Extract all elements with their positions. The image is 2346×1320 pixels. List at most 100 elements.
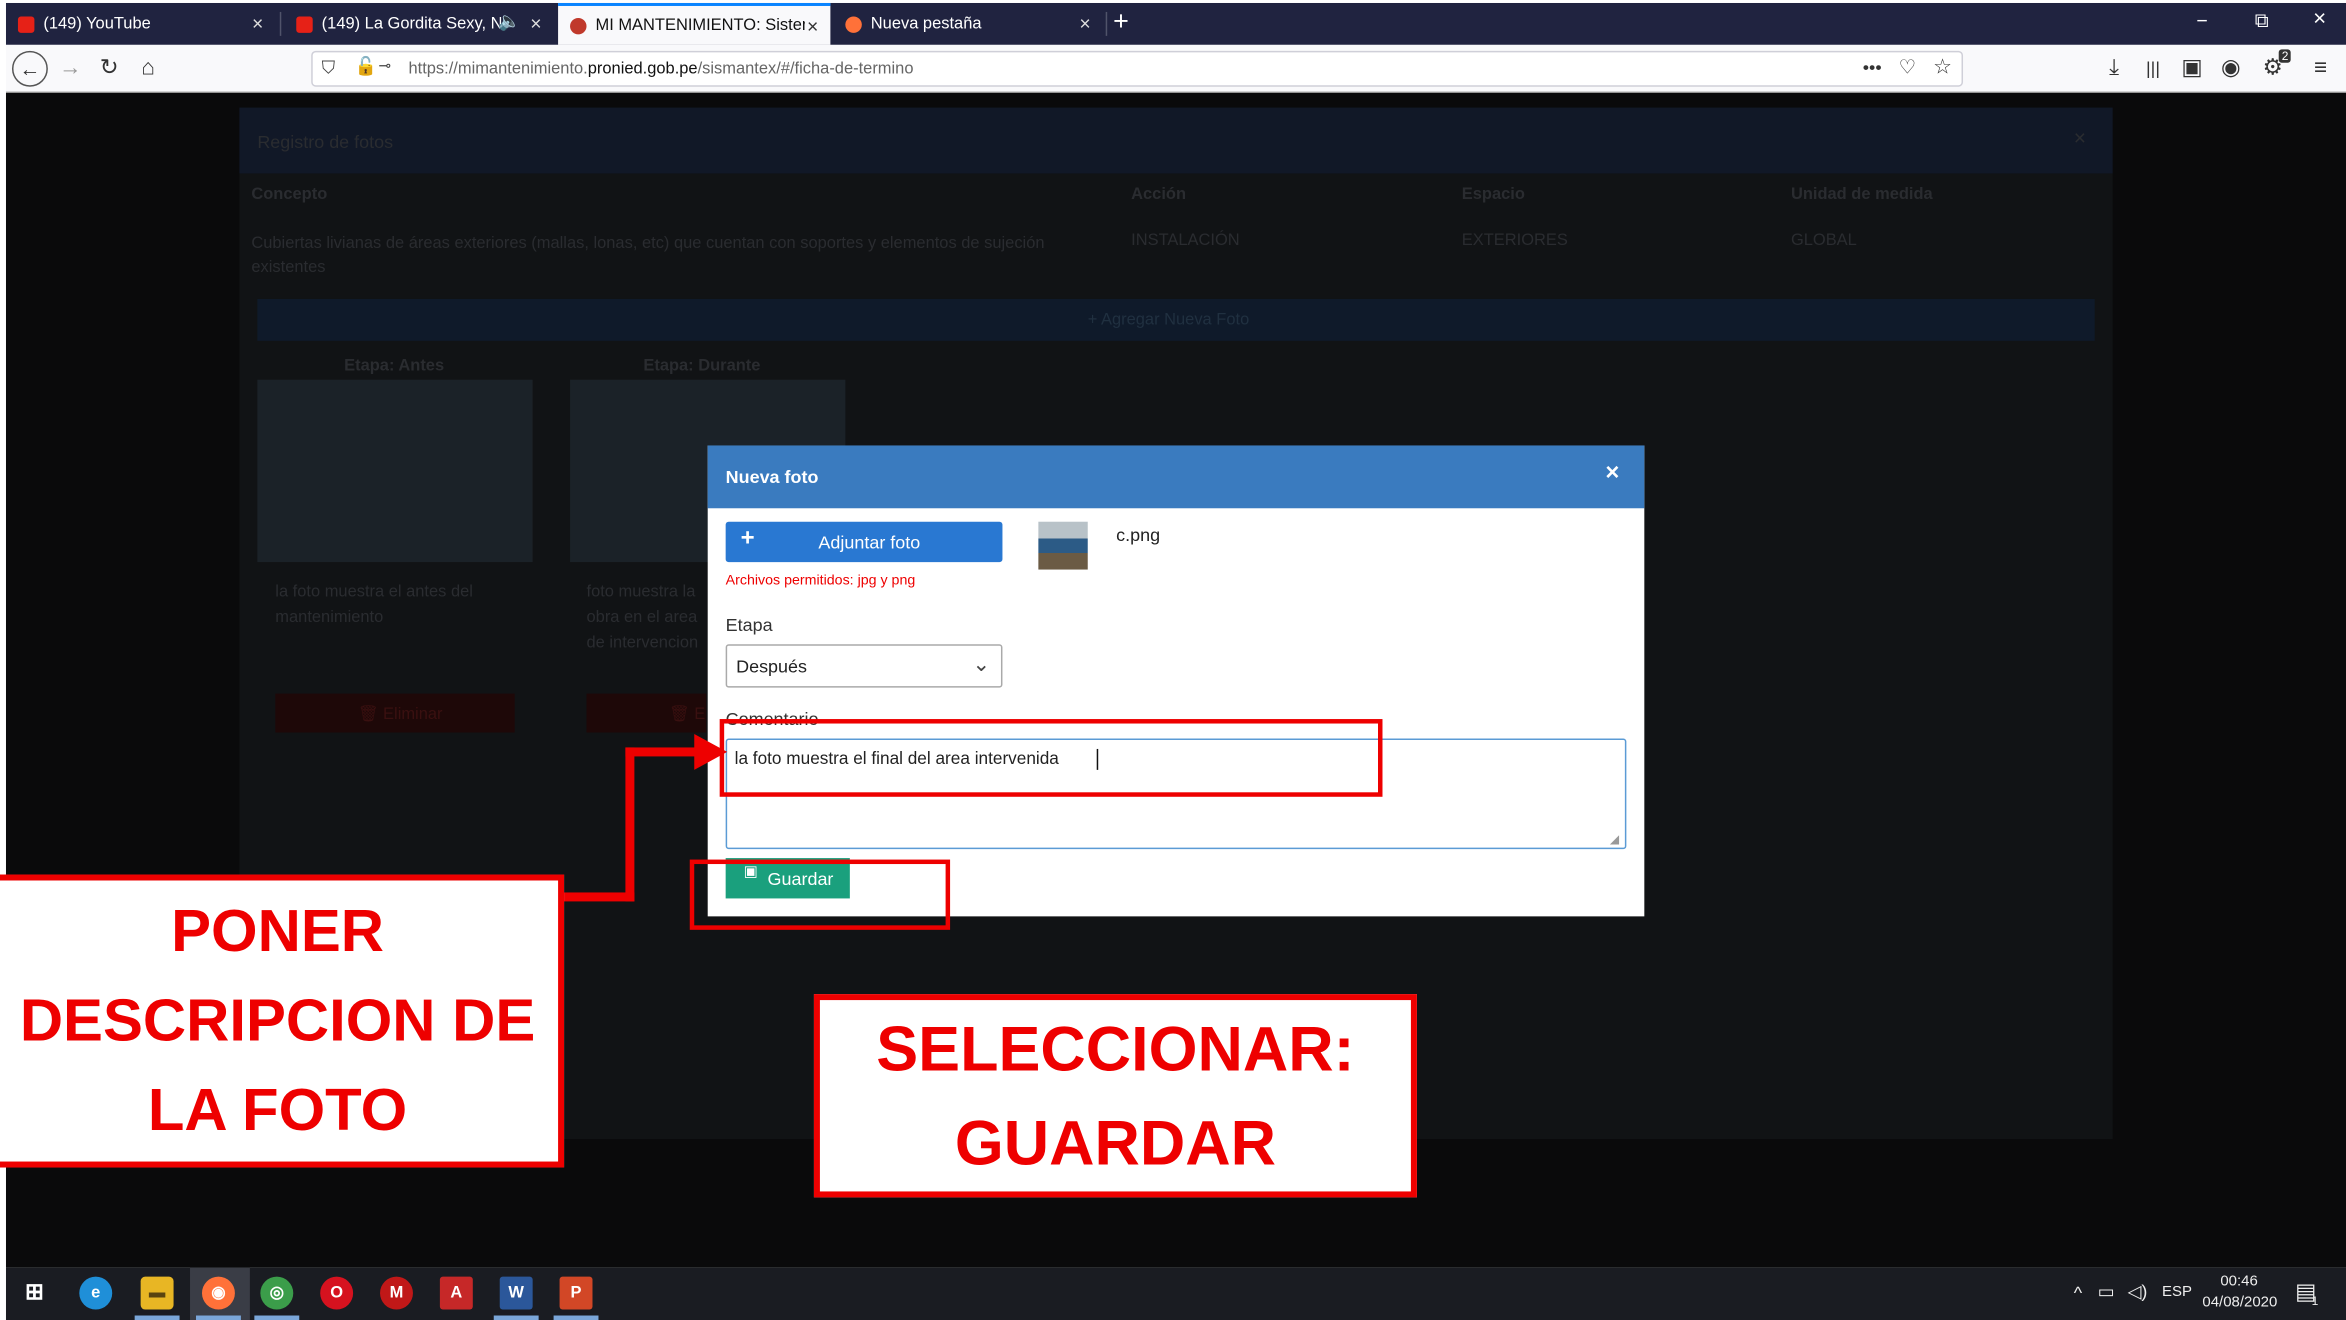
add-photo-bar: + Agregar Nueva Foto [257,298,2095,341]
row-accion: INSTALACIÓN [1131,231,1240,250]
chevron-down-icon: ⌄ [972,651,991,676]
arrow-line [625,747,701,757]
tab-label: MI MANTENIMIENTO: Sistema [595,16,805,35]
sidebar-icon[interactable]: ▣ [2175,52,2208,85]
extension-badge: 2 [2278,49,2292,63]
tab-label: Nueva pestaña [870,14,982,33]
panel-close-icon: × [2073,125,2086,150]
card-stage: Etapa: Antes [344,357,445,376]
tab-youtube[interactable]: (149) YouTube × [6,3,275,45]
card-stage: Etapa: Durante [643,357,761,376]
card-delete-button: 🗑 E [586,693,707,733]
pocket-icon[interactable]: ♡ [1899,55,1916,79]
url-text[interactable]: https://mimantenimiento.pronied.gob.pe/s… [408,60,913,78]
column-header: Acción [1131,185,1187,204]
allowed-files-note: Archivos permitidos: jpg y png [725,572,916,589]
network-icon[interactable]: ▭ [2098,1281,2115,1302]
new-tab-button[interactable]: + [1113,6,1129,37]
tab-close-icon[interactable]: × [807,15,818,37]
url-bar[interactable]: ⛉ 🔓 ⊸ https://mimantenimiento.pronied.go… [311,50,1964,87]
word-icon[interactable]: W [499,1276,533,1310]
plus-icon: + [740,526,755,552]
callout-line: SELECCIONAR: [876,1013,1355,1084]
key-icon[interactable]: ⊸ [379,58,392,74]
restore-button[interactable]: ⧉ [2255,9,2269,33]
arrow-line [625,747,635,902]
row-espacio: EXTERIORES [1461,231,1568,250]
tab-label: (149) YouTube [43,14,151,33]
windows-start-icon[interactable]: ⊞ [18,1277,51,1310]
firefox-icon[interactable]: ◉ [201,1276,235,1310]
pronied-icon [570,17,587,34]
row-concepto: Cubiertas livianas de áreas exteriores (… [251,234,1045,277]
clock-time[interactable]: 00:46 [2220,1274,2257,1290]
account-icon[interactable]: ◉ [2214,52,2247,85]
resize-grip-icon[interactable]: ◢ [1610,833,1619,846]
tab-mi-mantenimiento[interactable]: MI MANTENIMIENTO: Sistema × [558,2,831,45]
language-indicator[interactable]: ESP [2162,1284,2192,1300]
browser-tab-bar: (149) YouTube × (149) La Gordita Sexy, N… [5,2,2346,45]
card-delete-button: 🗑 Eliminar [275,693,515,733]
modal-close-icon[interactable]: × [1605,460,1619,487]
tab-close-icon[interactable]: × [252,12,263,34]
file-name: c.png [1116,524,1161,546]
page-actions-icon[interactable]: ••• [1863,57,1882,78]
attach-photo-button[interactable]: + Adjuntar foto [725,521,1003,563]
back-icon[interactable]: ← [11,50,48,87]
clock-date[interactable]: 04/08/2020 [2202,1295,2277,1311]
tray-chevron-icon[interactable]: ^ [2074,1283,2082,1304]
describe-photo-callout: PONER DESCRIPCION DE LA FOTO [0,874,565,1168]
save-highlight-box [689,859,951,930]
powerpoint-icon[interactable]: P [559,1276,593,1310]
etapa-label: Etapa [725,614,773,636]
autocad-icon[interactable]: A [439,1276,473,1310]
row-unidad: GLOBAL [1790,231,1857,250]
photo-thumbnail [1038,521,1088,570]
bookmark-star-icon[interactable]: ☆ [1933,54,1952,79]
comment-highlight-box [719,719,1383,797]
forward-icon[interactable]: → [54,52,87,85]
minimize-button[interactable]: − [2196,9,2207,31]
callout-line: PONER [171,898,384,965]
modal-title: Nueva foto [725,466,819,488]
edge-icon[interactable]: e [79,1276,113,1310]
browser-nav-bar: ← → ↻ ⌂ ⛉ 🔓 ⊸ https://mimantenimiento.pr… [5,44,2346,93]
running-indicator [196,1315,241,1320]
menu-icon[interactable]: ≡ [2304,52,2337,85]
panel-title: Registro de fotos [257,131,394,153]
tab-la-gordita[interactable]: (149) La Gordita Sexy, Navit 🔈 × [284,3,553,45]
tab-close-icon[interactable]: × [530,12,541,34]
select-save-callout: SELECCIONAR: GUARDAR [813,994,1417,1198]
insecure-lock-icon[interactable]: 🔓 [355,55,377,76]
firefox-icon [845,15,862,33]
file-explorer-icon[interactable]: ▬ [140,1276,174,1310]
windows-taskbar: ⊞ e ▬ ◉ ◎ O M A W P ^ ▭ ◁) ESP 00:46 04/… [5,1267,2346,1320]
library-icon[interactable]: ||| [2137,52,2170,85]
tab-separator [1105,11,1108,36]
tab-separator [279,11,282,36]
column-header: Unidad de medida [1790,185,1933,204]
notification-count: 1 [2311,1294,2319,1309]
shield-icon[interactable]: ⛉ [322,57,335,79]
opera-icon[interactable]: O [320,1276,354,1310]
speaker-icon[interactable]: 🔈 [498,10,520,31]
youtube-icon [17,15,35,33]
etapa-select[interactable]: Después ⌄ [725,644,1003,688]
arrow-head-icon [694,733,728,770]
tab-close-icon[interactable]: × [1079,12,1090,34]
downloads-icon[interactable]: ⤓ [2098,52,2131,85]
callout-line: GUARDAR [954,1107,1277,1178]
attach-photo-label: Adjuntar foto [818,532,921,554]
tab-nueva-pestana[interactable]: Nueva pestaña × [833,3,1102,45]
reload-icon[interactable]: ↻ [93,52,126,85]
card-comment: foto muestra la obra en el area de inter… [586,583,699,652]
volume-icon[interactable]: ◁) [2128,1281,2148,1302]
etapa-selected-value: Después [736,656,808,678]
mcafee-icon[interactable]: M [380,1276,413,1310]
running-indicator [553,1315,599,1320]
chrome-icon[interactable]: ◎ [260,1276,294,1310]
column-header: Espacio [1461,185,1525,204]
column-header: Concepto [251,185,328,204]
home-icon[interactable]: ⌂ [132,52,165,85]
close-window-button[interactable]: × [2313,6,2326,31]
